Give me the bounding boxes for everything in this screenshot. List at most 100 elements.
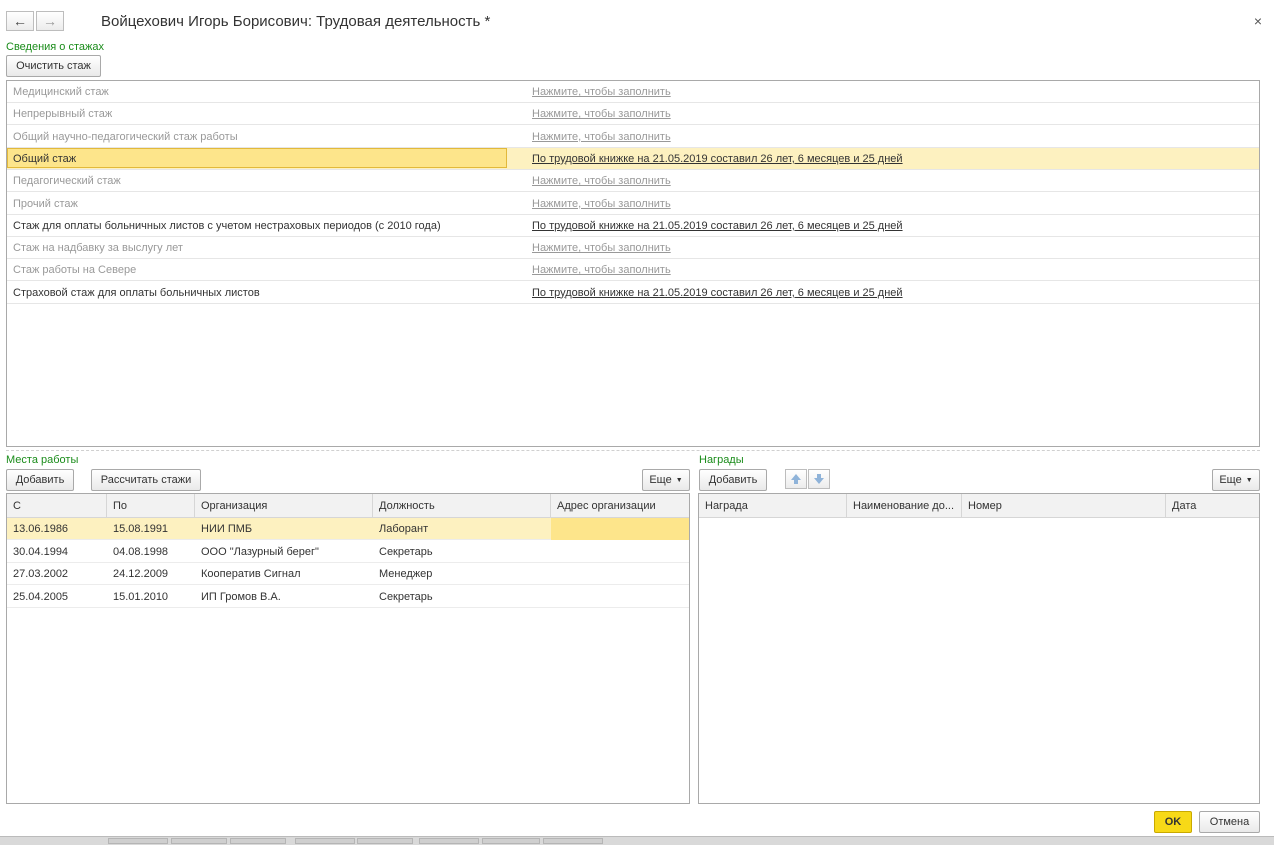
- back-button[interactable]: ←: [6, 11, 34, 31]
- cell-from: 13.06.1986: [13, 523, 69, 535]
- add-award-button[interactable]: Добавить: [699, 469, 767, 491]
- stazh-row[interactable]: Стаж на надбавку за выслугу лет Нажмите, …: [7, 237, 1259, 260]
- column-header-date[interactable]: Дата: [1166, 494, 1259, 518]
- dropdown-icon: ▼: [675, 476, 683, 484]
- awards-header: Награда Наименование до... Номер Дата: [699, 494, 1259, 518]
- table-row[interactable]: 27.03.2002 24.12.2009 Кооператив Сигнал Мен…: [7, 563, 689, 585]
- table-row[interactable]: 30.04.1994 04.08.1998 ООО "Лазурный берег"…: [7, 541, 689, 563]
- cell-position: Секретарь: [379, 545, 433, 558]
- stazh-value-link[interactable]: По трудовой книжке на 21.05.2019 состави…: [532, 287, 903, 299]
- column-header-position[interactable]: Должность: [373, 494, 551, 518]
- stazh-name: Стаж для оплаты больничных листов с учет…: [13, 219, 441, 232]
- close-icon[interactable]: ×: [1254, 13, 1262, 29]
- cell-to: 04.08.1998: [113, 545, 169, 558]
- taskbar-item[interactable]: [230, 838, 286, 844]
- workplaces-label: Места работы: [6, 454, 79, 466]
- taskbar-item[interactable]: [482, 838, 540, 844]
- cell-address: [551, 518, 689, 540]
- cell-address: [551, 563, 689, 585]
- taskbar-item[interactable]: [171, 838, 227, 844]
- stazh-row[interactable]: Стаж для оплаты больничных листов с учет…: [7, 215, 1259, 237]
- taskbar-item[interactable]: [357, 838, 413, 844]
- stazh-value-link[interactable]: Нажмите, чтобы заполнить: [532, 175, 671, 187]
- calculate-stazh-button[interactable]: Рассчитать стажи: [91, 469, 201, 491]
- cell-address: [551, 586, 689, 608]
- stazh-row[interactable]: Общий стаж По трудовой книжке на 21.05.20…: [7, 147, 1259, 170]
- table-row[interactable]: 25.04.2005 15.01.2010 ИП Громов В.А. Секрет…: [7, 586, 689, 608]
- arrow-left-icon: ←: [13, 13, 27, 29]
- move-up-button[interactable]: [785, 469, 807, 489]
- stazh-value-link[interactable]: Нажмите, чтобы заполнить: [532, 264, 671, 276]
- cell-position: Секретарь: [379, 590, 433, 603]
- table-row[interactable]: 13.06.1986 15.08.1991 НИИ ПМБ Лаборант: [7, 518, 689, 540]
- stazh-table: Медицинский стаж Нажмите, чтобы заполнить…: [6, 80, 1260, 447]
- stazh-name: Общий научно-педагогический стаж работы: [13, 130, 238, 143]
- workplaces-header: С По Организация Должность Адрес организ…: [7, 494, 689, 518]
- column-header-organization[interactable]: Организация: [195, 494, 373, 518]
- cell-to: 24.12.2009: [113, 568, 169, 580]
- stazh-value-link[interactable]: Нажмите, чтобы заполнить: [532, 131, 671, 143]
- column-header-doc-name[interactable]: Наименование до...: [847, 494, 962, 518]
- cell-organization: ИП Громов В.А.: [201, 590, 281, 603]
- column-header-address[interactable]: Адрес организации: [551, 494, 689, 518]
- stazh-row[interactable]: Медицинский стаж Нажмите, чтобы заполнить: [7, 81, 1259, 103]
- stazh-name: Стаж работы на Севере: [13, 264, 137, 277]
- column-header-award[interactable]: Награда: [699, 494, 847, 518]
- taskbar-item[interactable]: [543, 838, 603, 844]
- taskbar-item[interactable]: [108, 838, 168, 844]
- ok-button[interactable]: OK: [1154, 811, 1192, 833]
- cell-position: Лаборант: [379, 523, 429, 535]
- stazh-value-link[interactable]: Нажмите, чтобы заполнить: [532, 86, 671, 98]
- cell-from: 27.03.2002: [13, 568, 69, 580]
- stazh-value-link[interactable]: По трудовой книжке на 21.05.2019 состави…: [532, 153, 903, 165]
- cell-organization: Кооператив Сигнал: [201, 568, 301, 580]
- arrow-up-icon: [791, 474, 801, 484]
- awards-label: Награды: [699, 454, 744, 466]
- cell-address: [551, 541, 689, 563]
- stazh-section-label: Сведения о стажах: [6, 41, 104, 53]
- stazh-name: Прочий стаж: [13, 197, 78, 210]
- column-header-number[interactable]: Номер: [962, 494, 1166, 518]
- cell-from: 25.04.2005: [13, 590, 69, 603]
- dropdown-icon: ▼: [1245, 476, 1253, 484]
- add-workplace-button[interactable]: Добавить: [6, 469, 74, 491]
- stazh-value-link[interactable]: Нажмите, чтобы заполнить: [532, 198, 671, 210]
- stazh-name: Стаж на надбавку за выслугу лет: [13, 242, 183, 255]
- column-header-to[interactable]: По: [107, 494, 195, 518]
- cell-organization: ООО "Лазурный берег": [201, 545, 319, 558]
- taskbar-item[interactable]: [295, 838, 355, 844]
- stazh-row[interactable]: Педагогический стаж Нажмите, чтобы заполн…: [7, 170, 1259, 193]
- move-down-button[interactable]: [808, 469, 830, 489]
- stazh-row[interactable]: Страховой стаж для оплаты больничных лис…: [7, 282, 1259, 304]
- cancel-button[interactable]: Отмена: [1199, 811, 1260, 833]
- stazh-row[interactable]: Прочий стаж Нажмите, чтобы заполнить: [7, 193, 1259, 215]
- stazh-name: Педагогический стаж: [13, 175, 121, 188]
- stazh-value-link[interactable]: Нажмите, чтобы заполнить: [532, 242, 671, 254]
- column-header-from[interactable]: С: [7, 494, 107, 518]
- stazh-row[interactable]: Общий научно-педагогический стаж работы Н…: [7, 126, 1259, 148]
- stazh-row[interactable]: Непрерывный стаж Нажмите, чтобы заполнить: [7, 103, 1259, 126]
- page-title: Войцехович Игорь Борисович: Трудовая дея…: [101, 13, 491, 30]
- divider: [6, 450, 1260, 451]
- more-label: Еще: [649, 474, 672, 486]
- stazh-name: Страховой стаж для оплаты больничных лис…: [13, 286, 260, 299]
- stazh-row[interactable]: Стаж работы на Севере Нажмите, чтобы запо…: [7, 259, 1259, 282]
- stazh-name: Медицинский стаж: [13, 86, 109, 98]
- cell-to: 15.08.1991: [113, 523, 169, 535]
- awards-more-button[interactable]: Еще ▼: [1212, 469, 1260, 491]
- workplaces-more-button[interactable]: Еще ▼: [642, 469, 690, 491]
- clear-stazh-button[interactable]: Очистить стаж: [6, 55, 101, 77]
- workplaces-table: С По Организация Должность Адрес организ…: [6, 493, 690, 804]
- awards-table: Награда Наименование до... Номер Дата: [698, 493, 1260, 804]
- taskbar-item[interactable]: [419, 838, 479, 844]
- cell-organization: НИИ ПМБ: [201, 523, 253, 535]
- forward-button[interactable]: →: [36, 11, 64, 31]
- stazh-name: Общий стаж: [13, 152, 77, 165]
- cell-to: 15.01.2010: [113, 590, 169, 603]
- arrow-down-icon: [814, 474, 824, 484]
- stazh-name: Непрерывный стаж: [13, 108, 113, 121]
- stazh-value-link[interactable]: Нажмите, чтобы заполнить: [532, 108, 671, 120]
- selected-cell: [7, 147, 507, 168]
- arrow-right-icon: →: [43, 13, 57, 29]
- stazh-value-link[interactable]: По трудовой книжке на 21.05.2019 состави…: [532, 220, 903, 232]
